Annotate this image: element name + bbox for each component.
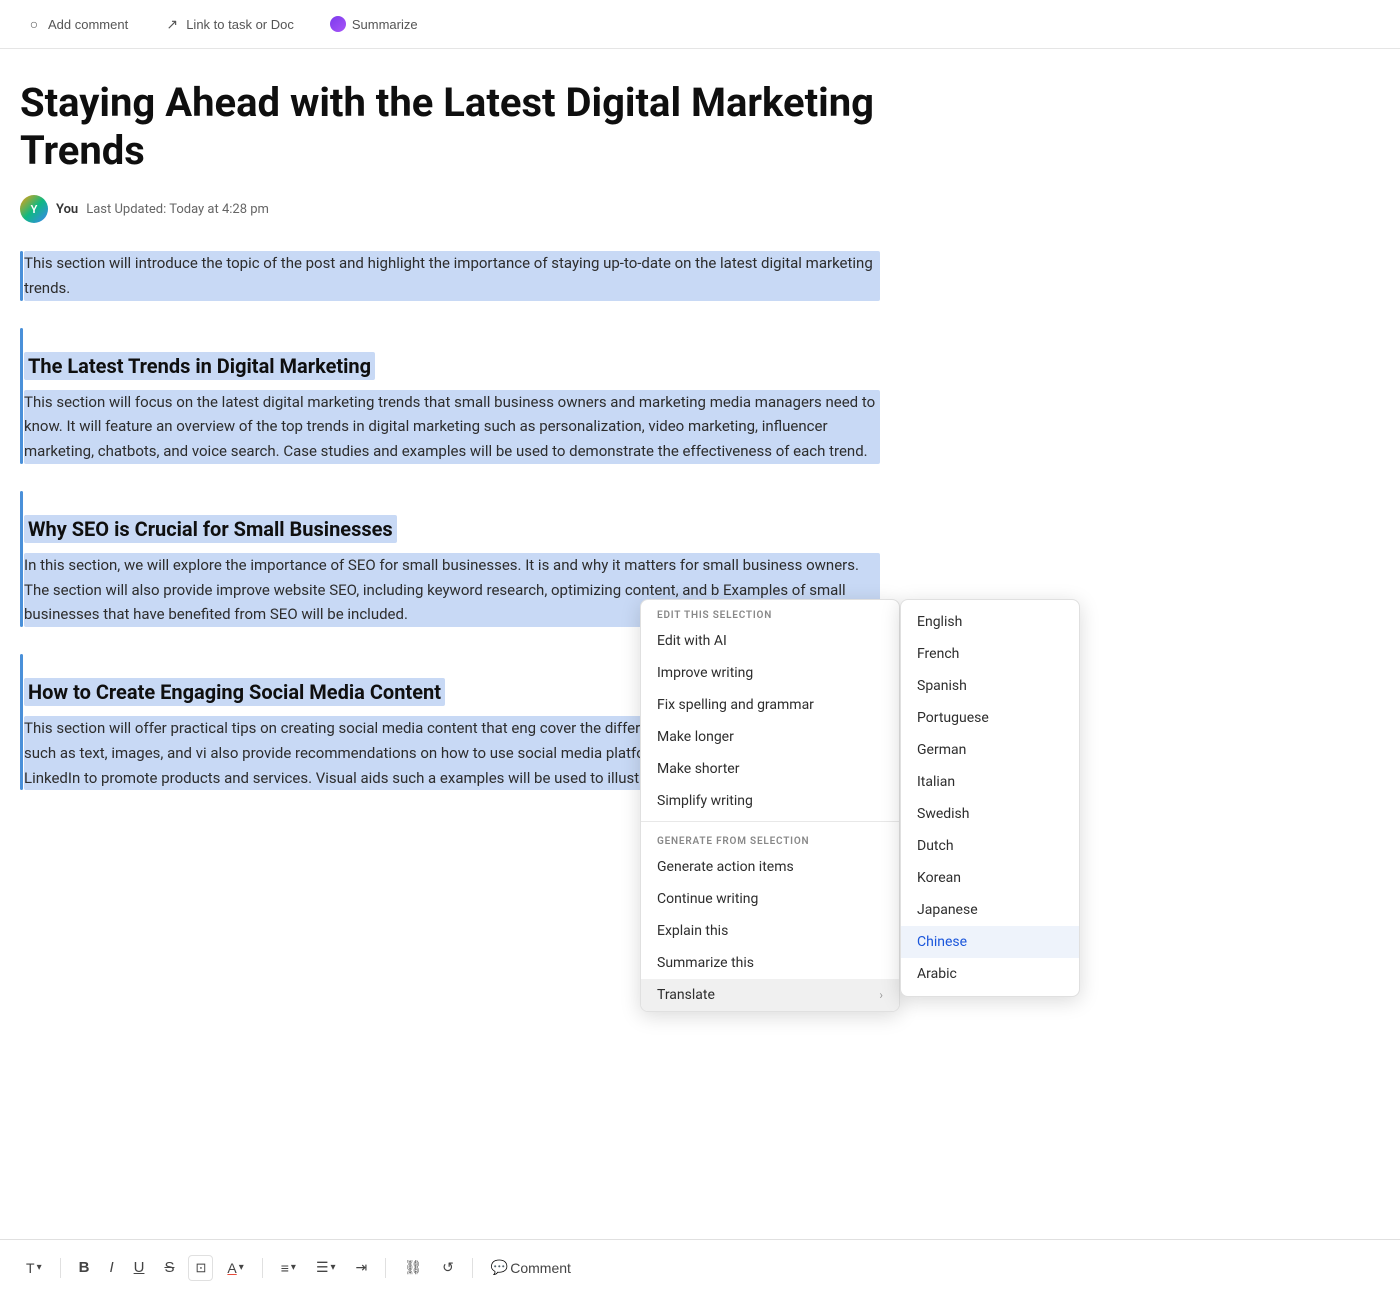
avatar: Y <box>20 195 48 223</box>
lang-item-dutch[interactable]: Dutch <box>901 830 1079 862</box>
italic-button[interactable]: I <box>103 1255 119 1280</box>
generate-action-items-item[interactable]: Generate action items <box>641 851 899 883</box>
bold-button[interactable]: B <box>73 1255 96 1280</box>
make-longer-label: Make longer <box>657 729 734 745</box>
seo-heading: Why SEO is Crucial for Small Businesses <box>24 515 397 543</box>
social-heading: How to Create Engaging Social Media Cont… <box>24 678 445 706</box>
summarize-this-label: Summarize this <box>657 955 754 971</box>
translate-item[interactable]: Translate › <box>641 979 899 1011</box>
translate-label: Translate <box>657 987 715 1003</box>
simplify-writing-item[interactable]: Simplify writing <box>641 785 899 817</box>
last-updated: Last Updated: Today at 4:28 pm <box>86 202 269 217</box>
trends-heading: The Latest Trends in Digital Marketing <box>24 352 375 380</box>
summarize-this-item[interactable]: Summarize this <box>641 947 899 979</box>
continue-writing-label: Continue writing <box>657 891 758 907</box>
fix-spelling-label: Fix spelling and grammar <box>657 697 814 713</box>
underline-button[interactable]: U <box>128 1255 151 1280</box>
link-button[interactable]: ⛓ <box>398 1255 428 1280</box>
summarize-icon <box>330 16 346 32</box>
add-comment-label: Add comment <box>48 17 128 32</box>
author-row: Y You Last Updated: Today at 4:28 pm <box>20 195 880 223</box>
summarize-button[interactable]: Summarize <box>324 12 424 36</box>
edit-with-ai-item[interactable]: Edit with AI <box>641 625 899 657</box>
edit-section-label: EDIT THIS SELECTION <box>641 600 899 625</box>
indent-icon: ⇥ <box>356 1259 368 1276</box>
text-style-label: T <box>26 1260 35 1276</box>
generate-action-items-label: Generate action items <box>657 859 794 875</box>
intro-text: This section will introduce the topic of… <box>24 251 880 301</box>
font-color-button[interactable]: A ▾ <box>221 1256 249 1280</box>
text-dropdown-chevron: ▾ <box>37 1262 42 1273</box>
add-comment-button[interactable]: ○ Add comment <box>20 12 134 36</box>
language-submenu: EnglishFrenchSpanishPortugueseGermanItal… <box>900 599 1080 997</box>
continue-writing-item[interactable]: Continue writing <box>641 883 899 915</box>
undo-button[interactable]: ↺ <box>436 1255 460 1280</box>
lang-item-swedish[interactable]: Swedish <box>901 798 1079 830</box>
translate-chevron: › <box>879 988 883 1002</box>
top-toolbar: ○ Add comment ↗ Link to task or Doc Summ… <box>0 0 1400 49</box>
list-chevron: ▾ <box>331 1262 336 1273</box>
content-area: Staying Ahead with the Latest Digital Ma… <box>0 49 900 878</box>
comment-button[interactable]: 💬 Comment <box>485 1255 577 1280</box>
italic-label: I <box>109 1259 113 1276</box>
explain-this-item[interactable]: Explain this <box>641 915 899 947</box>
highlight-button[interactable]: ⊡ <box>188 1255 213 1281</box>
lang-item-chinese[interactable]: Chinese <box>901 926 1079 958</box>
link-icon: ↗ <box>164 16 180 32</box>
link-icon: ⛓ <box>404 1259 422 1276</box>
simplify-writing-label: Simplify writing <box>657 793 753 809</box>
strikethrough-button[interactable]: S <box>158 1255 180 1280</box>
list-button[interactable]: ☰ ▾ <box>310 1255 342 1280</box>
comment-label: Comment <box>510 1260 571 1276</box>
font-color-chevron: ▾ <box>239 1262 244 1273</box>
context-menu: EDIT THIS SELECTION Edit with AI Improve… <box>640 599 900 1012</box>
align-icon: ≡ <box>281 1260 289 1276</box>
author-name: You <box>56 202 78 217</box>
explain-this-label: Explain this <box>657 923 728 939</box>
lang-item-japanese[interactable]: Japanese <box>901 894 1079 926</box>
generate-section-label: GENERATE FROM SELECTION <box>641 826 899 851</box>
strikethrough-label: S <box>164 1259 174 1276</box>
separator-1 <box>60 1258 61 1278</box>
align-button[interactable]: ≡ ▾ <box>275 1256 302 1280</box>
fix-spelling-item[interactable]: Fix spelling and grammar <box>641 689 899 721</box>
lang-item-french[interactable]: French <box>901 638 1079 670</box>
document-title: Staying Ahead with the Latest Digital Ma… <box>20 79 880 175</box>
font-color-label: A <box>227 1260 236 1276</box>
align-chevron: ▾ <box>291 1262 296 1273</box>
lang-item-korean[interactable]: Korean <box>901 862 1079 894</box>
lang-item-arabic[interactable]: Arabic <box>901 958 1079 990</box>
comment-icon-fmt: 💬 <box>491 1259 508 1276</box>
make-shorter-label: Make shorter <box>657 761 739 777</box>
trends-text: This section will focus on the latest di… <box>24 390 880 464</box>
menu-divider <box>641 821 899 822</box>
improve-writing-label: Improve writing <box>657 665 753 681</box>
make-shorter-item[interactable]: Make shorter <box>641 753 899 785</box>
comment-icon: ○ <box>26 16 42 32</box>
summarize-label: Summarize <box>352 17 418 32</box>
link-to-task-button[interactable]: ↗ Link to task or Doc <box>158 12 300 36</box>
edit-with-ai-label: Edit with AI <box>657 633 727 649</box>
lang-item-english[interactable]: English <box>901 606 1079 638</box>
make-longer-item[interactable]: Make longer <box>641 721 899 753</box>
highlight-icon: ⊡ <box>195 1260 206 1276</box>
format-toolbar: T ▾ B I U S ⊡ A ▾ ≡ ▾ ☰ ▾ ⇥ ⛓ ↺ 💬 Commen… <box>0 1239 1400 1295</box>
link-to-task-label: Link to task or Doc <box>186 17 294 32</box>
indent-button[interactable]: ⇥ <box>350 1255 374 1280</box>
lang-item-spanish[interactable]: Spanish <box>901 670 1079 702</box>
underline-label: U <box>134 1259 145 1276</box>
lang-item-italian[interactable]: Italian <box>901 766 1079 798</box>
undo-icon: ↺ <box>442 1259 454 1276</box>
bold-label: B <box>79 1259 90 1276</box>
improve-writing-item[interactable]: Improve writing <box>641 657 899 689</box>
section-intro: This section will introduce the topic of… <box>20 251 880 301</box>
lang-item-german[interactable]: German <box>901 734 1079 766</box>
text-style-button[interactable]: T ▾ <box>20 1256 48 1280</box>
list-icon: ☰ <box>316 1259 329 1276</box>
section-trends: The Latest Trends in Digital Marketing T… <box>20 328 880 464</box>
separator-4 <box>472 1258 473 1278</box>
separator-3 <box>385 1258 386 1278</box>
separator-2 <box>262 1258 263 1278</box>
lang-item-portuguese[interactable]: Portuguese <box>901 702 1079 734</box>
